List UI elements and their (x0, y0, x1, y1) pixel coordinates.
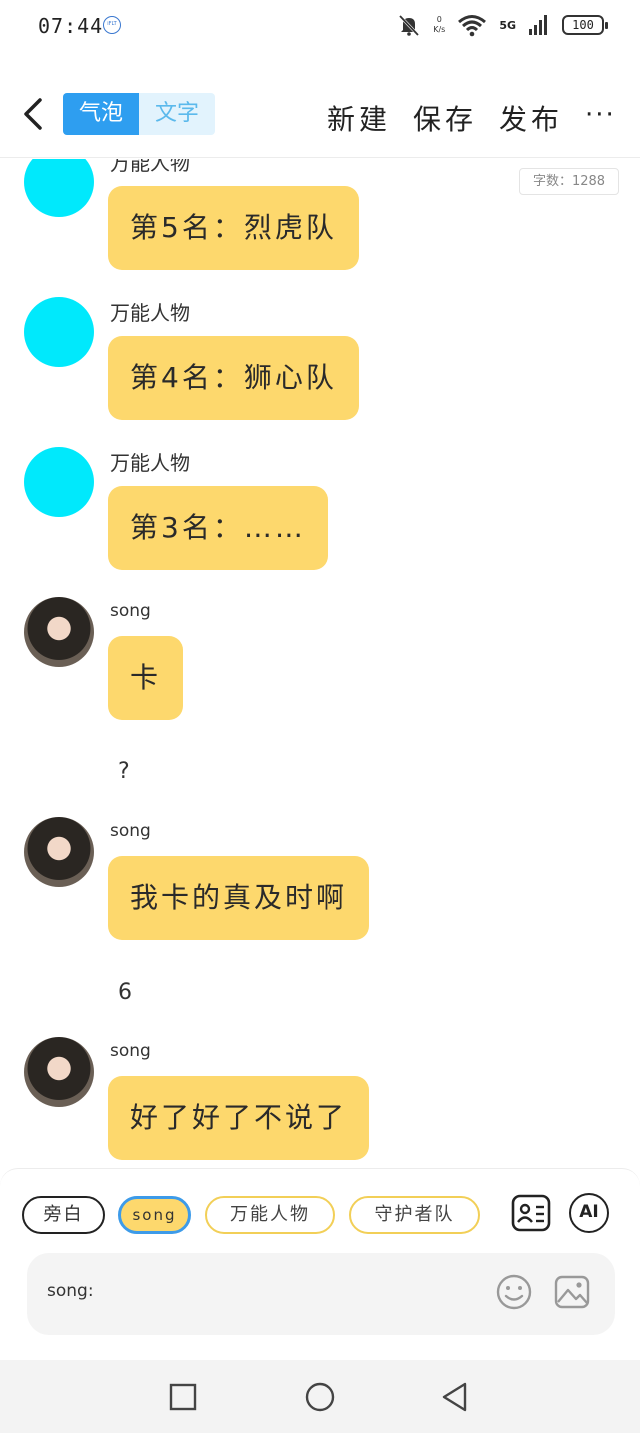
mute-bell-icon (399, 14, 420, 37)
message-bubble[interactable]: 第4名：狮心队 (108, 336, 359, 420)
tab-bubble[interactable]: 气泡 (63, 93, 139, 135)
narration-text[interactable]: ? (118, 759, 130, 784)
message-bubble[interactable]: 第5名：烈虎队 (108, 186, 359, 270)
new-button[interactable]: 新建 (327, 98, 391, 138)
status-time: 07:44 (38, 14, 104, 38)
more-menu-button[interactable]: ··· (585, 100, 616, 130)
wifi-icon (458, 15, 487, 37)
avatar[interactable] (24, 447, 94, 517)
sender-name: 万能人物 (110, 159, 190, 175)
role-manager-icon[interactable] (511, 1193, 551, 1233)
signal-icon (529, 15, 547, 35)
status-bar: 07:44 iFLT 0 K/s 5G 100 (0, 0, 640, 50)
system-nav-bar (0, 1360, 640, 1433)
avatar[interactable] (24, 1037, 94, 1107)
avatar[interactable] (24, 597, 94, 667)
top-toolbar: 气泡 文字 新建 保存 发布 ··· (0, 82, 640, 158)
status-icons: 0 K/s 5G 100 (397, 10, 608, 40)
battery-indicator: 100 (562, 15, 608, 35)
message-bubble[interactable]: 卡 (108, 636, 184, 720)
chat-area[interactable]: 万能人物 第5名：烈虎队 万能人物 第4名：狮心队 万能人物 第3名：…… so… (0, 159, 640, 1169)
narration-text[interactable]: 6 (118, 980, 132, 1005)
ai-button[interactable]: AI (569, 1193, 609, 1233)
role-chip-universal[interactable]: 万能人物 (205, 1196, 335, 1234)
role-chip-narrator[interactable]: 旁白 (22, 1196, 105, 1234)
image-icon[interactable] (553, 1273, 591, 1311)
recent-apps-icon[interactable] (168, 1382, 198, 1412)
back-arrow-icon[interactable] (16, 96, 52, 132)
back-nav-icon[interactable] (440, 1382, 470, 1412)
avatar[interactable] (24, 297, 94, 367)
message-input[interactable]: song: (27, 1253, 615, 1335)
sender-name: song (110, 601, 151, 621)
sender-name: song (110, 1041, 151, 1061)
emoji-icon[interactable] (495, 1273, 533, 1311)
carrier-badge: iFLT (103, 16, 121, 34)
avatar[interactable] (24, 159, 94, 217)
role-chip-guardians[interactable]: 守护者队 (349, 1196, 480, 1234)
network-type: 5G (499, 18, 516, 32)
tab-text[interactable]: 文字 (139, 93, 215, 135)
message-bubble[interactable]: 第3名：…… (108, 486, 328, 570)
publish-button[interactable]: 发布 (499, 98, 563, 138)
net-speed: 0 K/s (433, 15, 446, 34)
avatar[interactable] (24, 817, 94, 887)
sender-name: song (110, 821, 151, 841)
message-bubble[interactable]: 好了好了不说了 (108, 1076, 370, 1160)
home-icon[interactable] (305, 1382, 335, 1412)
compose-panel: 旁白 song 万能人物 守护者队 AI song: (0, 1168, 640, 1360)
input-prompt: song: (47, 1281, 94, 1301)
mode-toggle: 气泡 文字 (63, 93, 215, 135)
save-button[interactable]: 保存 (413, 98, 477, 138)
sender-name: 万能人物 (110, 451, 190, 475)
word-count-badge: 字数：1288 (519, 168, 619, 195)
message-bubble[interactable]: 我卡的真及时啊 (108, 856, 370, 940)
sender-name: 万能人物 (110, 301, 190, 325)
role-chip-song[interactable]: song (118, 1196, 191, 1234)
